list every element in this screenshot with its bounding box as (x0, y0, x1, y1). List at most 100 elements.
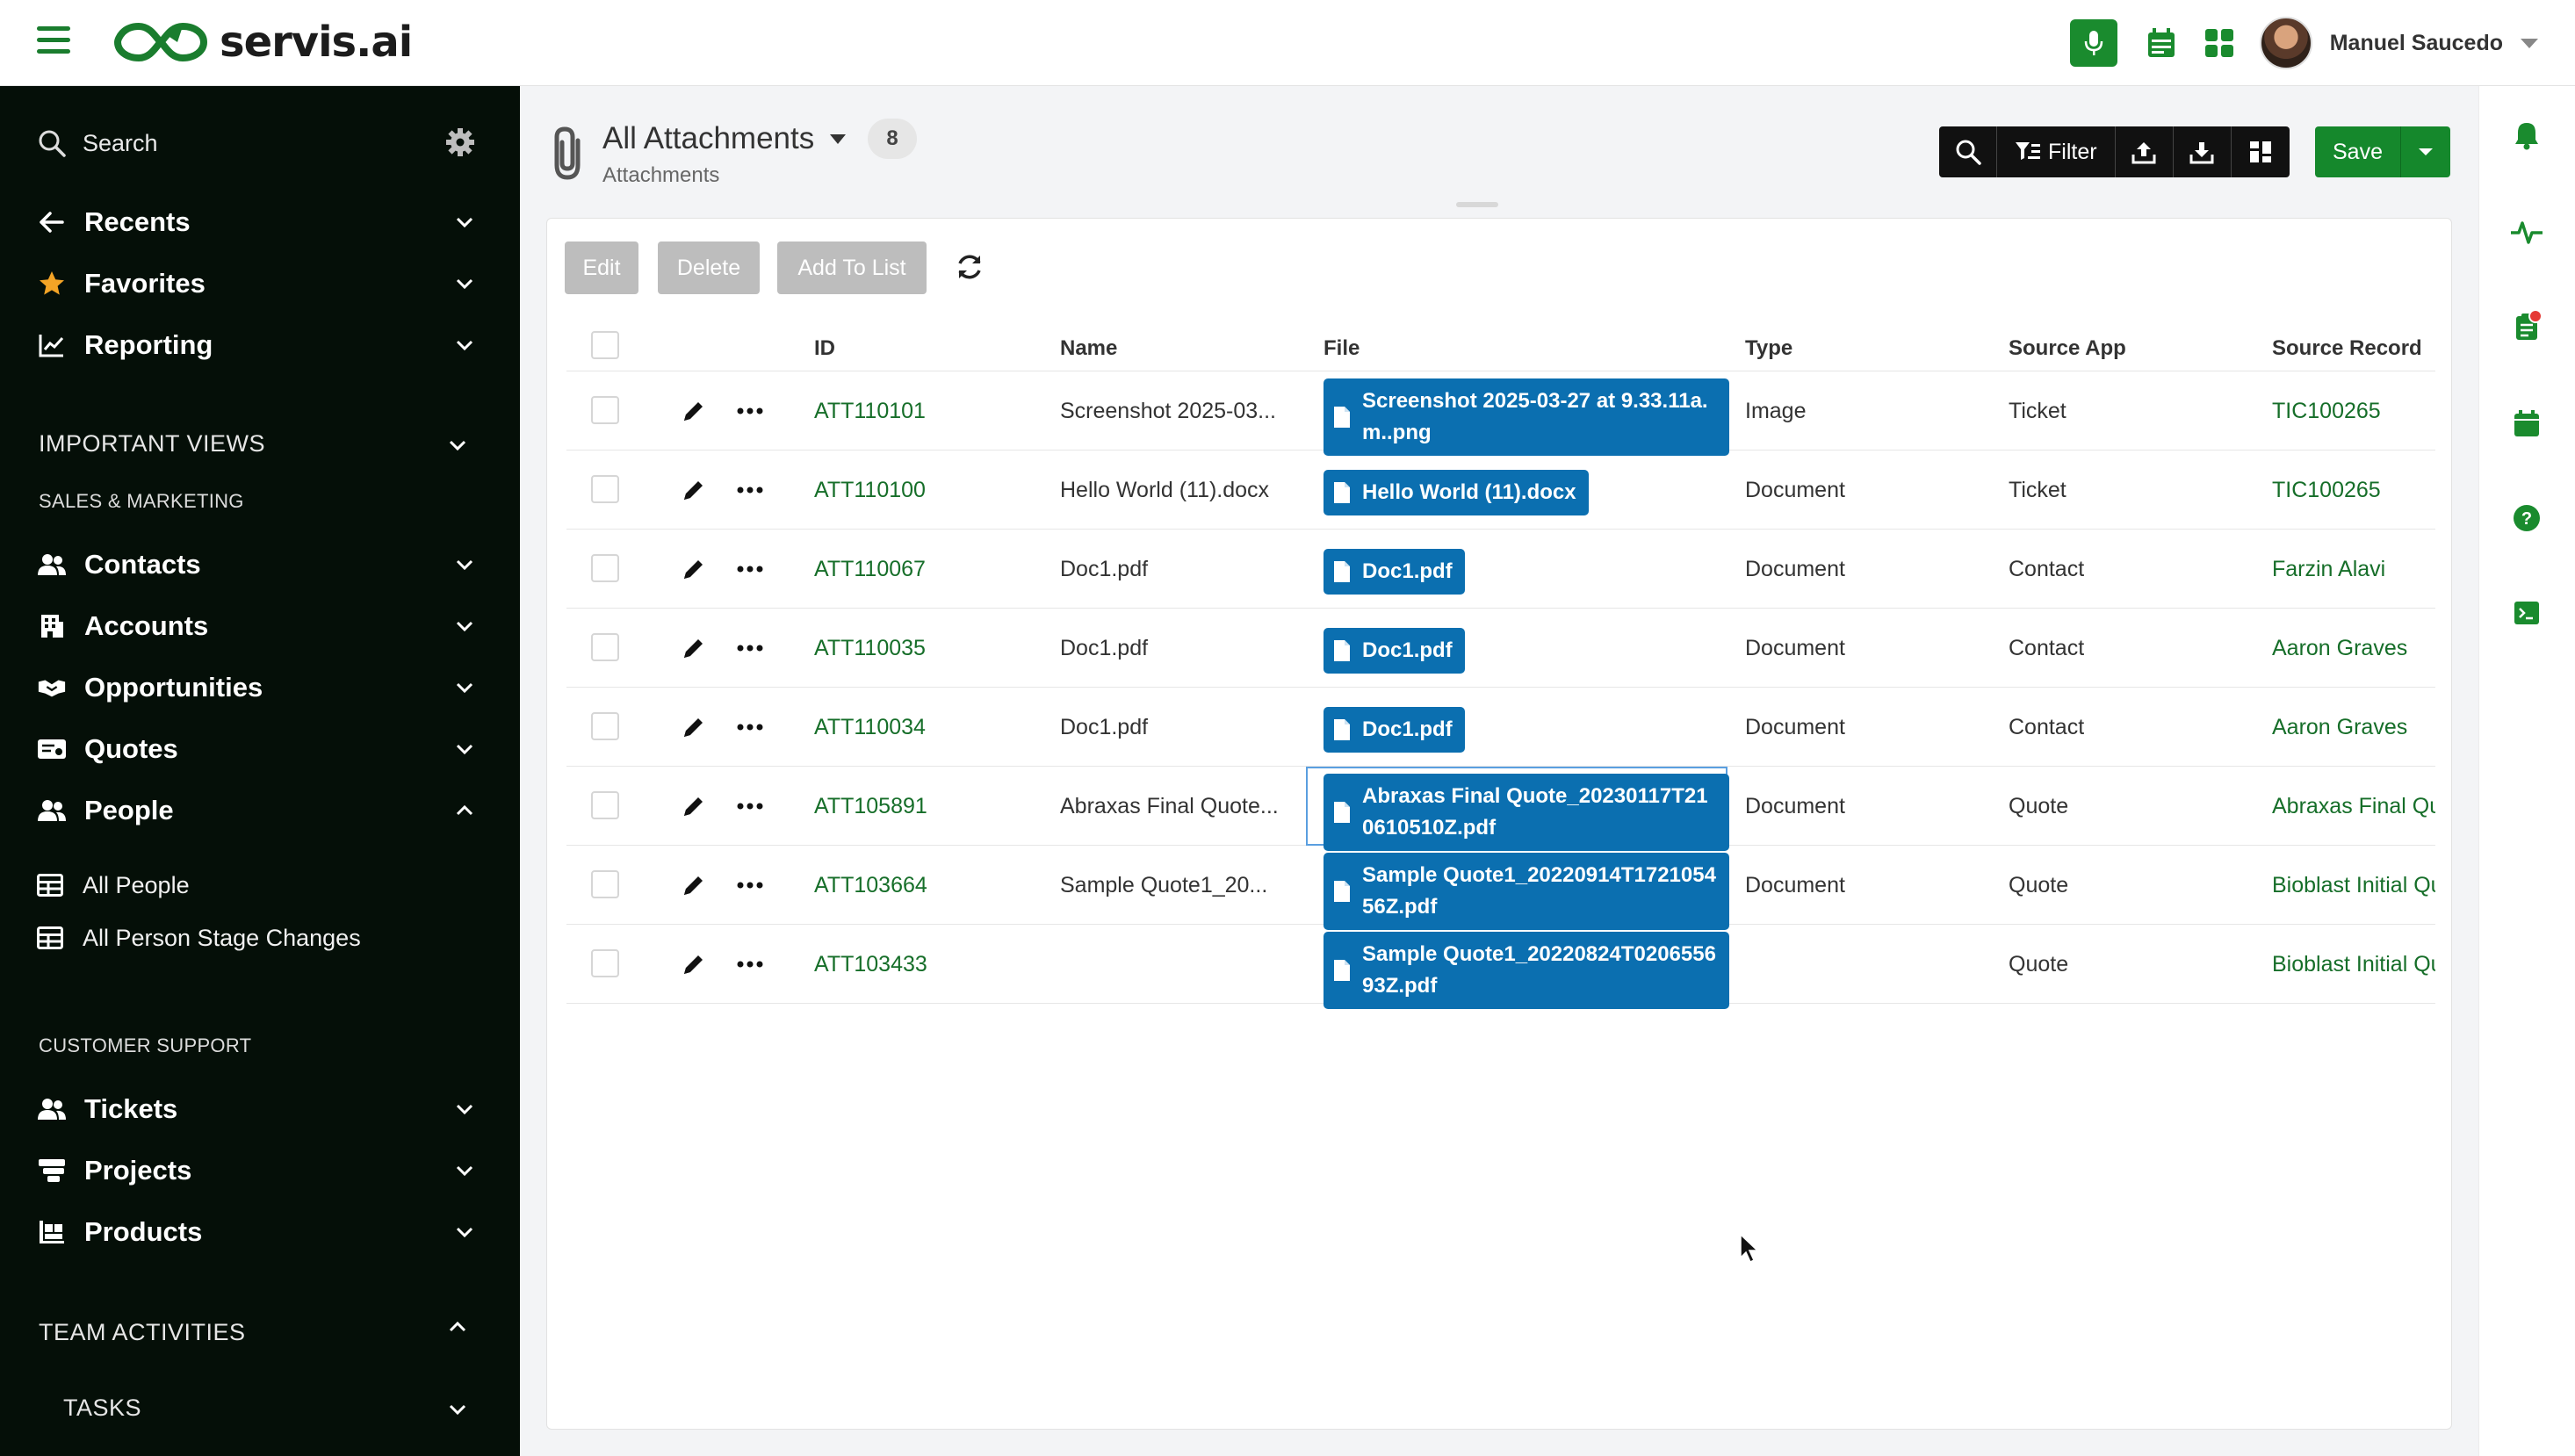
column-header-source-app[interactable]: Source App (2009, 336, 2126, 361)
cell-id[interactable]: ATT103433 (814, 952, 927, 977)
brand-logo[interactable]: servis.ai (114, 16, 413, 68)
cell-source-record[interactable]: Aaron Graves (2272, 715, 2435, 740)
cell-id[interactable]: ATT110067 (814, 557, 926, 582)
resize-handle[interactable] (1456, 202, 1498, 207)
download-button[interactable] (2174, 126, 2232, 177)
row-checkbox[interactable] (591, 554, 619, 582)
chevron-down-icon[interactable] (453, 211, 476, 234)
more-actions-icon[interactable] (735, 635, 765, 661)
table-row[interactable]: ATT105891 Abraxas Final Quote... Abraxas F… (566, 767, 2435, 851)
file-chip[interactable]: Screenshot 2025-03-27 at 9.33.11a.m..png (1324, 378, 1729, 456)
delete-button[interactable]: Delete (658, 241, 760, 294)
file-chip[interactable]: Sample Quote1_20220914T172105456Z.pdf (1324, 853, 1729, 930)
calendar-button[interactable] (2144, 25, 2179, 61)
filter-button[interactable]: Filter (1997, 126, 2116, 177)
column-header-name[interactable]: Name (1060, 336, 1117, 361)
console-button[interactable] (2509, 595, 2544, 631)
more-actions-icon[interactable] (735, 872, 765, 898)
column-header-id[interactable]: ID (814, 336, 835, 361)
chevron-down-icon[interactable] (453, 738, 476, 760)
hamburger-menu-icon[interactable] (37, 26, 70, 54)
cell-id[interactable]: ATT110035 (814, 636, 926, 661)
table-row[interactable]: ATT110034 Doc1.pdf Doc1.pdf Document Contact… (566, 688, 2435, 767)
search-button[interactable] (1939, 126, 1997, 177)
tasks-button[interactable] (2509, 309, 2544, 344)
column-header-source-record[interactable]: Source Record (2272, 336, 2422, 361)
sidebar-item-products[interactable]: Products (37, 1207, 476, 1258)
chevron-down-icon[interactable] (453, 615, 476, 638)
chevron-up-icon[interactable] (453, 799, 476, 822)
edit-pencil-icon[interactable] (681, 872, 707, 898)
file-chip[interactable]: Hello World (11).docx (1324, 470, 1589, 515)
sidebar-item-tickets[interactable]: Tickets (37, 1084, 476, 1135)
chevron-down-icon[interactable] (453, 334, 476, 357)
chevron-down-icon[interactable] (453, 553, 476, 576)
chevron-down-icon[interactable] (453, 676, 476, 699)
edit-pencil-icon[interactable] (681, 398, 707, 424)
table-row[interactable]: ATT110101 Screenshot 2025-03... Screenshot… (566, 371, 2435, 456)
table-row[interactable]: ATT110035 Doc1.pdf Doc1.pdf Document Contact… (566, 609, 2435, 688)
more-actions-icon[interactable] (735, 477, 765, 503)
chevron-down-icon[interactable] (446, 1398, 469, 1421)
sidebar-item-projects[interactable]: Projects (37, 1145, 476, 1196)
cell-id[interactable]: ATT103664 (814, 873, 927, 898)
microphone-button[interactable] (2069, 19, 2117, 67)
row-checkbox[interactable] (591, 396, 619, 424)
more-actions-icon[interactable] (735, 714, 765, 740)
edit-pencil-icon[interactable] (681, 635, 707, 661)
row-checkbox[interactable] (591, 949, 619, 977)
cell-source-record[interactable]: Bioblast Initial Quo (2272, 873, 2435, 898)
sidebar-search[interactable]: Search (37, 123, 476, 163)
row-checkbox[interactable] (591, 475, 619, 503)
chevron-down-icon[interactable] (453, 1221, 476, 1243)
view-selector[interactable]: All Attachments (602, 121, 847, 156)
sidebar-item-reporting[interactable]: Reporting (37, 320, 476, 371)
layout-button[interactable] (2232, 126, 2290, 177)
sidebar-item-favorites[interactable]: Favorites (37, 258, 476, 309)
edit-pencil-icon[interactable] (681, 793, 707, 819)
row-checkbox[interactable] (591, 633, 619, 661)
more-actions-icon[interactable] (735, 793, 765, 819)
cell-id[interactable]: ATT110100 (814, 478, 926, 503)
sidebar-item-contacts[interactable]: Contacts (37, 539, 476, 590)
chevron-down-icon[interactable] (453, 272, 476, 295)
tasks-heading[interactable]: TASKS (63, 1395, 141, 1422)
chevron-down-icon[interactable] (453, 1159, 476, 1182)
cell-id[interactable]: ATT110034 (814, 715, 926, 740)
chevron-up-icon[interactable] (446, 1315, 469, 1338)
sidebar-item-all-person-stage-changes[interactable]: All Person Stage Changes (37, 917, 361, 959)
more-actions-icon[interactable] (735, 951, 765, 977)
cell-source-record[interactable]: TIC100265 (2272, 478, 2435, 503)
more-actions-icon[interactable] (735, 556, 765, 582)
cell-source-record[interactable]: Abraxas Final Quo (2272, 794, 2435, 819)
save-button[interactable]: Save (2315, 126, 2401, 177)
row-checkbox[interactable] (591, 712, 619, 740)
file-chip[interactable]: Doc1.pdf (1324, 549, 1465, 595)
sidebar-item-accounts[interactable]: Accounts (37, 601, 476, 652)
upload-button[interactable] (2116, 126, 2174, 177)
activity-button[interactable] (2509, 214, 2544, 249)
file-chip[interactable]: Abraxas Final Quote_20230117T210610510Z.… (1324, 774, 1729, 851)
edit-button[interactable]: Edit (565, 241, 638, 294)
save-options-button[interactable] (2401, 126, 2450, 177)
important-views-heading[interactable]: IMPORTANT VIEWS (39, 430, 265, 458)
edit-pencil-icon[interactable] (681, 951, 707, 977)
sidebar-item-recents[interactable]: Recents (37, 197, 476, 248)
cell-id[interactable]: ATT110101 (814, 399, 926, 424)
table-row[interactable]: ATT103664 Sample Quote1_20... Sample Quote… (566, 846, 2435, 930)
column-header-type[interactable]: Type (1745, 336, 1792, 361)
apps-grid-button[interactable] (2202, 25, 2237, 61)
cell-id[interactable]: ATT105891 (814, 794, 927, 819)
sidebar-item-people[interactable]: People (37, 785, 476, 836)
edit-pencil-icon[interactable] (681, 556, 707, 582)
cell-source-record[interactable]: Aaron Graves (2272, 636, 2435, 661)
sidebar-item-opportunities[interactable]: Opportunities (37, 662, 476, 713)
notifications-button[interactable] (2509, 118, 2544, 153)
edit-pencil-icon[interactable] (681, 477, 707, 503)
row-checkbox[interactable] (591, 791, 619, 819)
table-row[interactable]: ATT110100 Hello World (11).docx Hello Worl… (566, 450, 2435, 530)
table-row[interactable]: ATT110067 Doc1.pdf Doc1.pdf Document Contact… (566, 530, 2435, 609)
user-name[interactable]: Manuel Saucedo (2330, 31, 2503, 56)
row-checkbox[interactable] (591, 870, 619, 898)
more-actions-icon[interactable] (735, 398, 765, 424)
